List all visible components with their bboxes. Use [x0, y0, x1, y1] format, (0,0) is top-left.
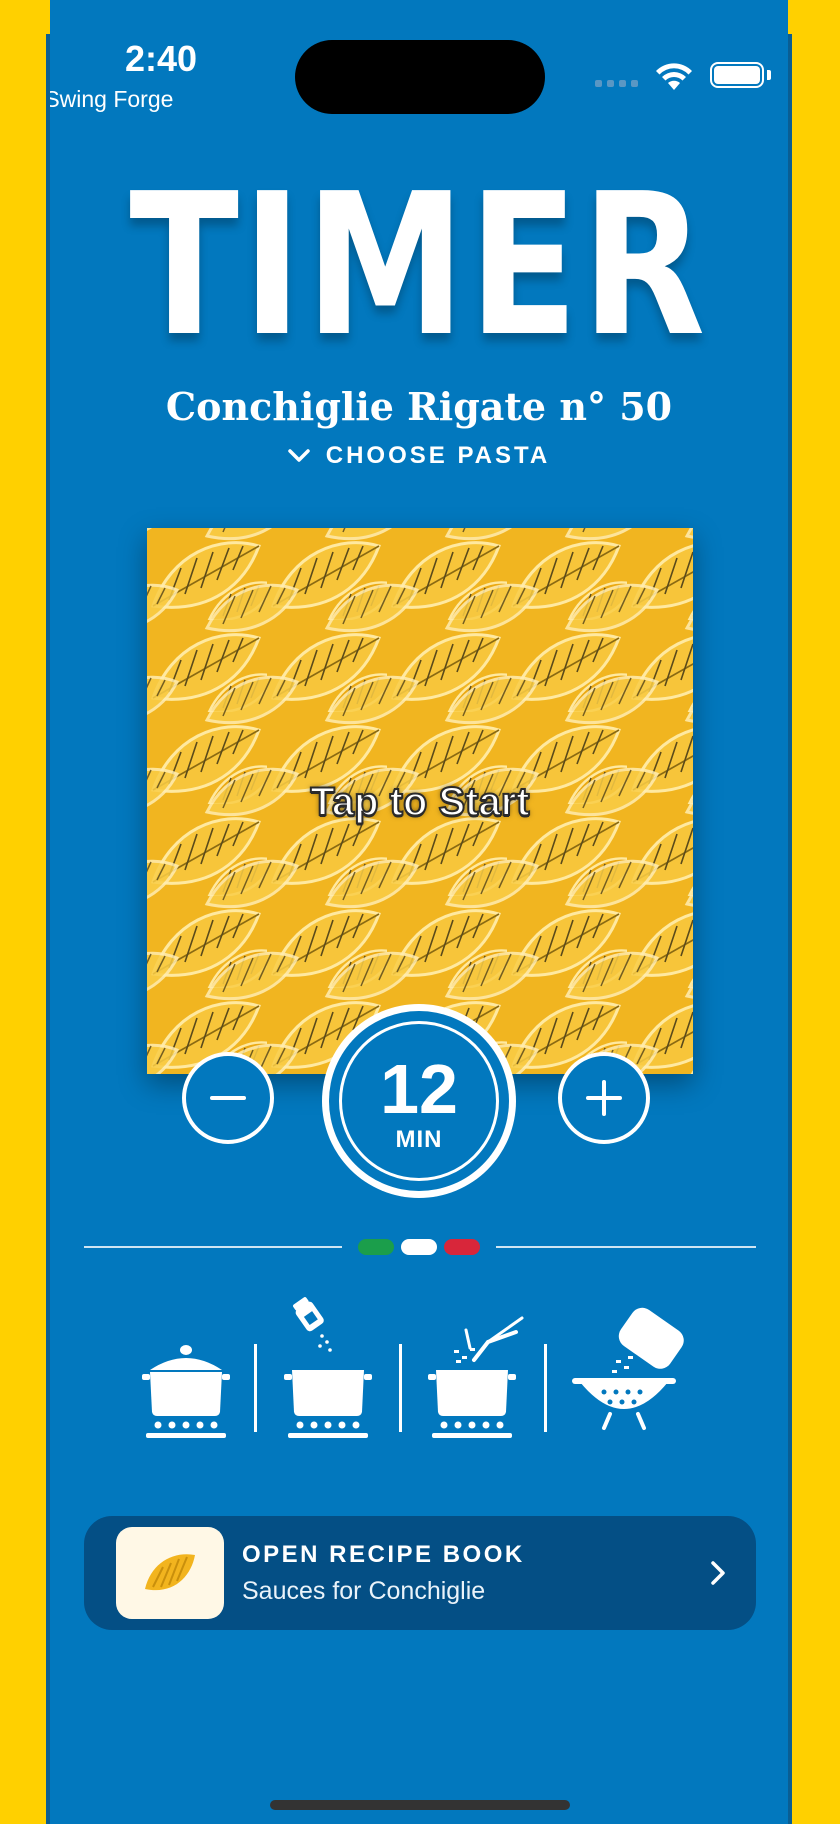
dynamic-island: [295, 40, 545, 114]
step-separator: [254, 1344, 257, 1432]
device-frame-right: [788, 34, 792, 1824]
increase-time-button[interactable]: [558, 1052, 650, 1144]
tap-to-start-label: Tap to Start: [309, 779, 530, 825]
timer-minutes-value: 12: [380, 1050, 458, 1128]
timer-unit-label: MIN: [395, 1126, 443, 1153]
conchiglia-shell-icon: [145, 1554, 195, 1591]
battery-nub: [767, 70, 771, 80]
cellular-signal-icon: [595, 80, 638, 87]
pasta-start-tile[interactable]: Tap to Start: [147, 528, 693, 1074]
battery-icon: [710, 62, 764, 88]
choose-pasta-button[interactable]: CHOOSE PASTA: [50, 442, 788, 470]
flag-dot-green: [358, 1239, 394, 1255]
chevron-right-icon: [711, 1561, 725, 1585]
timer-display: 12 MIN: [322, 1004, 516, 1198]
recipe-subtitle: Sauces for Conchiglie: [242, 1576, 486, 1605]
plus-icon: [586, 1080, 622, 1116]
pasta-pot-icon: [428, 1316, 524, 1438]
minus-icon: [210, 1096, 246, 1100]
timer-logo: TIMER: [129, 152, 709, 380]
open-recipe-book-button[interactable]: OPEN RECIPE BOOK Sauces for Conchiglie: [84, 1516, 756, 1630]
back-app-label: Swing Forge: [50, 86, 174, 112]
step-separator: [544, 1344, 547, 1432]
pasta-name: Conchiglie Rigate n° 50: [165, 384, 673, 429]
choose-pasta-label: CHOOSE PASTA: [325, 442, 551, 469]
wifi-icon: [656, 63, 692, 90]
app-screen: 2:40 ◀ Swing Forge TIMER Conchiglie Riga…: [50, 0, 788, 1824]
home-indicator[interactable]: [270, 1800, 570, 1810]
divider-line-right: [496, 1246, 756, 1248]
decrease-time-button[interactable]: [182, 1052, 274, 1144]
salt-pot-icon: [284, 1297, 372, 1438]
colander-icon: [572, 1307, 684, 1430]
recipe-title: OPEN RECIPE BOOK: [242, 1540, 525, 1568]
divider-line-left: [84, 1246, 342, 1248]
recipe-thumbnail: [116, 1527, 224, 1619]
flag-dot-white: [401, 1239, 437, 1255]
status-time: 2:40: [124, 38, 198, 79]
back-to-app-link[interactable]: ◀ Swing Forge: [50, 86, 173, 113]
chevron-down-icon: [288, 449, 310, 462]
covered-pot-icon: [142, 1345, 230, 1438]
step-separator: [399, 1344, 402, 1432]
flag-dot-red: [444, 1239, 480, 1255]
